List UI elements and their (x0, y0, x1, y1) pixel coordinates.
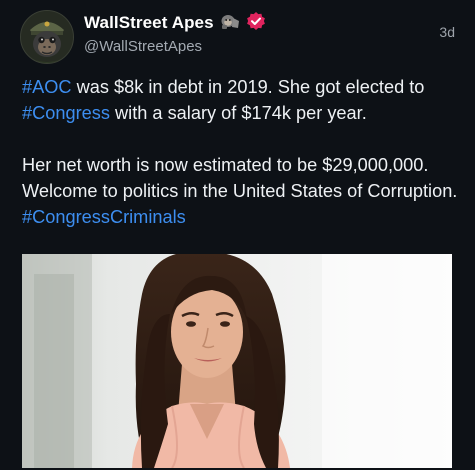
hashtag-link[interactable]: #CongressCriminals (22, 207, 186, 227)
tweet-text: #AOC was $8k in debt in 2019. She got el… (22, 74, 462, 230)
name-row: WallStreet Apes (84, 11, 266, 36)
avatar[interactable] (20, 10, 74, 64)
verified-badge-icon (246, 11, 266, 36)
hashtag-link[interactable]: #AOC (22, 77, 72, 97)
gorilla-emoji-icon (220, 12, 240, 35)
tweet-text-segment: was $8k in debt in 2019. She got elected… (71, 77, 425, 97)
user-handle[interactable]: @WallStreetApes (84, 38, 202, 55)
tweet-media-image[interactable] (22, 254, 452, 468)
hashtag-link[interactable]: #Congress (22, 103, 110, 123)
tweet-paragraph-1: #AOC was $8k in debt in 2019. She got el… (22, 74, 462, 126)
photo-of-woman (22, 254, 452, 468)
ape-avatar-icon (21, 11, 73, 63)
tweet-text-segment: Her net worth is now estimated to be $29… (22, 155, 458, 201)
tweet-paragraph-2: Her net worth is now estimated to be $29… (22, 152, 462, 230)
display-name[interactable]: WallStreet Apes (84, 13, 214, 33)
timestamp[interactable]: 3d (439, 24, 455, 40)
tweet-text-segment: with a salary of $174k per year. (109, 103, 367, 123)
